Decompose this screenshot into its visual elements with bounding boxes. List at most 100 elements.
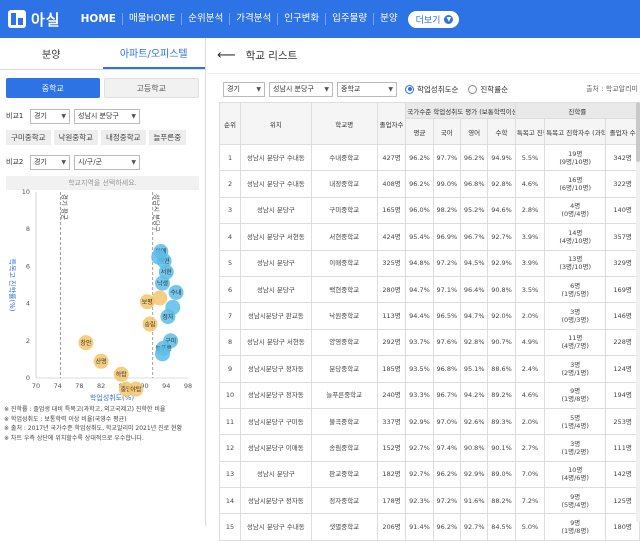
header-special-count[interactable]: 특목고 진학자수 (과학고/외고국제고) (544, 118, 607, 145)
y-tick-label: 4 (26, 300, 30, 308)
x-tick-label: 78 (75, 382, 83, 390)
dropdown-arrow-icon: ▼ (131, 112, 136, 120)
cell-grads-count: 146명 (605, 302, 640, 330)
cell-location: 성남시 분당구 (240, 249, 312, 277)
header-school[interactable]: 학교명 (310, 102, 378, 145)
compare1-district-select[interactable]: 성남시 분당구 ▼ (74, 108, 140, 124)
cell-grads-count: 180명 (605, 513, 640, 541)
legend-line: ※ 학업성취도 : 보통학력 이상 비율(국영수 평균) (4, 415, 127, 423)
table-row[interactable]: 7 성남시분당구 판교동 낙원중학교 113명 94.4% 96.5% 94.7% 92.0%… (218, 302, 640, 330)
header-grads[interactable]: 졸업자수 (376, 102, 407, 145)
cell-math: 84.5% (487, 513, 516, 541)
cell-rank: 8 (218, 328, 242, 357)
cell-location: 성남시분당구 정자동 (240, 487, 312, 515)
nav-item-ranking[interactable]: 순위분석 (182, 13, 231, 25)
cell-special-count: 9명 (1명/8명) (544, 381, 607, 409)
table-row[interactable]: 2 성남시 분당구 수내동 내정중학교 408명 96.2% 99.0% 96.8% 92.8… (218, 170, 640, 198)
table-row[interactable]: 14 성남시분당구 정자동 정자중학교 178명 92.3% 97.2% 91.6% 88.2… (218, 487, 640, 515)
cell-eng: 92.7% (459, 513, 489, 541)
list-district-select[interactable]: 성남시 분당구 ▼ (269, 81, 333, 97)
school-chip[interactable]: 구미중학교 (6, 130, 51, 145)
cell-grads: 240명 (376, 381, 407, 409)
list-region-select[interactable]: 경기 ▼ (223, 81, 265, 97)
table-row[interactable]: 11 성남시분당구 구미동 불곡중학교 337명 92.9% 97.0% 92.6% 89.3… (218, 407, 640, 436)
cell-special-count: 10명 (4명/6명) (544, 460, 607, 489)
reference-line-label: 경기 평균 (60, 194, 69, 220)
cell-eng: 94.5% (459, 249, 489, 277)
school-chip[interactable]: 낙원중학교 (53, 130, 98, 145)
cell-school: 샛별중학교 (310, 513, 378, 541)
cell-kor: 97.4% (432, 434, 462, 462)
header-location[interactable]: 위치 (240, 102, 312, 145)
header-math[interactable]: 수학 (487, 118, 516, 145)
tab-apartment[interactable]: 아파트/오피스텔 (102, 38, 205, 69)
cell-location: 성남시 분당구 (240, 275, 312, 304)
table-row[interactable]: 10 성남시분당구 정자동 늘푸른중학교 240명 93.3% 96.7% 94.2% 89.… (218, 381, 640, 409)
scrollbar[interactable] (636, 102, 640, 522)
header-grads-count[interactable]: 졸업자 수 (605, 118, 640, 145)
more-button[interactable]: 더보기 ▼ (407, 10, 460, 28)
radio-progress[interactable]: 진학률순 (468, 84, 508, 95)
compare2-region-select[interactable]: 경기 ▼ (30, 154, 70, 170)
cell-math: 94.6% (487, 196, 516, 225)
cell-grads: 325명 (376, 249, 407, 277)
cell-location: 성남시 분당구 서현동 (240, 223, 312, 251)
compare2-district-value: 시/구/군 (78, 158, 103, 166)
middle-school-button[interactable]: 중학교 (6, 78, 100, 98)
nav-item-population[interactable]: 인구변화 (278, 13, 327, 25)
cell-grads: 280명 (376, 275, 407, 304)
cell-eng: 96.7% (459, 223, 489, 251)
cell-avg: 93.5% (405, 355, 434, 383)
table-row[interactable]: 5 성남시 분당구 이매중학교 325명 94.8% 97.2% 94.5% 92.9% 3.9… (218, 249, 640, 277)
cell-school: 송림중학교 (310, 434, 378, 462)
school-chip[interactable]: 늘푸른중 (148, 130, 187, 145)
y-tick-label: 8 (26, 225, 30, 233)
table-row[interactable]: 6 성남시 분당구 백현중학교 280명 94.7% 97.1% 96.4% 90.8% 3.5… (218, 275, 640, 304)
header-avg[interactable]: 평균 (405, 118, 434, 145)
cell-rank: 12 (218, 434, 242, 462)
cell-special-count: 16명 (6명/10명) (544, 170, 607, 198)
table-row[interactable]: 12 성남시분당구 이매동 송림중학교 152명 92.7% 97.4% 90.8% 90.1… (218, 434, 640, 462)
cell-math: 89.3% (487, 407, 516, 436)
y-tick-label: 10 (22, 188, 30, 196)
cell-location: 성남시 분당구 (240, 460, 312, 489)
back-arrow-icon[interactable]: ⟵ (217, 48, 236, 63)
header-eng[interactable]: 영어 (459, 118, 489, 145)
table-row[interactable]: 4 성남시 분당구 서현동 서현중학교 424명 95.4% 96.9% 96.7% 92.7… (218, 223, 640, 251)
nav-item-listings-home[interactable]: 매물HOME (123, 13, 183, 25)
header-kor[interactable]: 국어 (432, 118, 462, 145)
table-row[interactable]: 8 성남시 분당구 서현동 양영중학교 292명 93.7% 97.6% 92.8% 90.7… (218, 328, 640, 357)
cell-grads-count: 125명 (605, 487, 640, 515)
compare2-district-select[interactable]: 시/구/군 ▼ (74, 154, 140, 170)
cell-grads-count: 111명 (605, 434, 640, 462)
table-row[interactable]: 1 성남시 분당구 수내동 수내중학교 427명 96.2% 97.7% 96.2% 94.9… (218, 143, 640, 172)
radio-achievement[interactable]: 학업성취도순 (405, 84, 458, 95)
cell-kor: 97.2% (432, 249, 462, 277)
header-special-rate[interactable]: 특목고 진학률 (514, 118, 546, 145)
table-row[interactable]: 9 성남시분당구 정자동 분당중학교 185명 93.5% 96.8% 95.1% 88.6%… (218, 355, 640, 383)
tab-presale[interactable]: 분양 (0, 38, 103, 69)
cell-math: 92.0% (487, 302, 516, 330)
table-row[interactable]: 15 성남시 분당구 수내동 샛별중학교 206명 91.4% 96.2% 92.7% 84.… (218, 513, 640, 541)
compare1-region-select[interactable]: 경기 ▼ (30, 108, 70, 124)
high-school-button[interactable]: 고등학교 (103, 78, 199, 98)
cell-rank: 13 (218, 460, 242, 489)
nav-item-presale[interactable]: 분양 (374, 13, 403, 25)
nav-item-supply[interactable]: 입주물량 (326, 13, 375, 25)
x-tick-label: 94 (162, 382, 170, 390)
table-row[interactable]: 13 성남시 분당구 판교중학교 182명 92.7% 96.2% 92.9% 89.0% 7.… (218, 460, 640, 489)
scrollbar-thumb[interactable] (636, 102, 640, 162)
header-rank[interactable]: 순위 (218, 102, 242, 145)
radio-achievement-label: 학업성취도순 (417, 84, 459, 94)
list-level-select[interactable]: 중학교 ▼ (337, 81, 397, 97)
logo[interactable]: 아실 (8, 9, 61, 30)
school-chip[interactable]: 내정중학교 (101, 130, 146, 145)
nav-item-price[interactable]: 가격분석 (230, 13, 279, 25)
table-row[interactable]: 3 성남시 분당구 구미중학교 165명 96.0% 98.2% 95.2% 94.6% 2.8… (218, 196, 640, 225)
nav-item-home[interactable]: HOME (75, 13, 123, 25)
cell-kor: 97.7% (432, 143, 462, 172)
cell-rank: 6 (218, 275, 242, 304)
cell-eng: 96.4% (459, 275, 489, 304)
school-list-header: ⟵ 학교 리스트 (207, 38, 640, 74)
reference-line-label: 성남시 분당구 (153, 194, 162, 232)
